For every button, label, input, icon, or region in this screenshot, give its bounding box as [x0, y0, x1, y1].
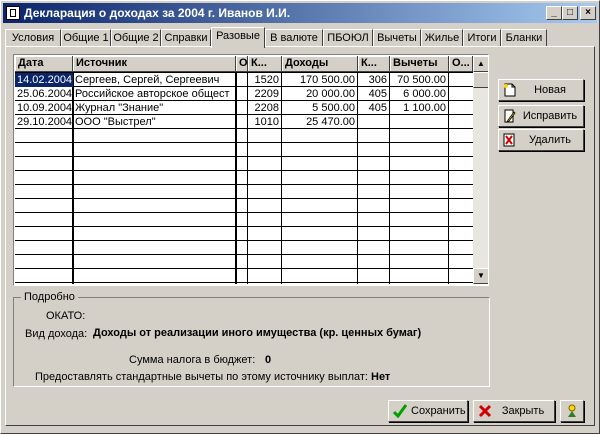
table-cell[interactable]: Журнал "Знание" [73, 101, 236, 115]
help-wizard-icon [568, 404, 576, 417]
app-document-icon [6, 6, 20, 20]
scroll-down-icon[interactable]: ▼ [473, 268, 488, 284]
income-type-label: Вид дохода: [25, 328, 88, 340]
tax-value: 0 [265, 354, 272, 366]
checkmark-icon [393, 404, 407, 418]
grid-row-line [15, 226, 473, 227]
tab-1[interactable]: Условия [5, 29, 61, 46]
table-cell[interactable]: Сергеев, Сергей, Сергеевич [73, 73, 236, 87]
table-cell[interactable]: 405 [358, 101, 390, 115]
table-cell[interactable] [236, 73, 248, 87]
table-cell[interactable] [236, 101, 248, 115]
table-cell[interactable] [449, 73, 473, 87]
tab-strip: Условия Общие 1 Общие 2 Справки Разовые В вал… [5, 27, 597, 48]
tab-6[interactable]: В валюте [265, 29, 323, 46]
table-cell[interactable]: 6 000.00 [390, 87, 449, 101]
table-cell[interactable] [449, 87, 473, 101]
maximize-button[interactable]: □ [562, 6, 578, 20]
details-title: Подробно [21, 291, 78, 303]
tab-11[interactable]: Бланки [501, 29, 547, 46]
column-header[interactable]: О [236, 56, 248, 72]
delete-cross-icon [503, 133, 515, 147]
tab-10[interactable]: Итоги [463, 29, 501, 46]
std-deductions-label: Предоставлять стандартные вычеты по этом… [35, 371, 368, 383]
column-header[interactable]: Вычеты [390, 56, 449, 72]
column-header[interactable]: О... [449, 56, 473, 72]
table-cell[interactable]: ООО "Выстрел" [73, 115, 236, 129]
table-cell[interactable]: 2209 [248, 87, 282, 101]
table-cell[interactable]: 170 500.00 [282, 73, 358, 87]
grid-row-line [15, 212, 473, 213]
window-title: Декларация о доходах за 2004 г. Иванов И… [24, 6, 291, 20]
table-cell[interactable]: 2208 [248, 101, 282, 115]
table-cell[interactable] [236, 87, 248, 101]
tab-9[interactable]: Жилье [421, 29, 463, 46]
new-document-icon [504, 83, 516, 97]
tab-8[interactable]: Вычеты [373, 29, 421, 46]
edit-pencil-icon [504, 109, 516, 123]
tax-label: Сумма налога в бюджет: [129, 354, 256, 366]
table-cell[interactable]: 405 [358, 87, 390, 101]
column-header[interactable]: Источник [73, 56, 236, 72]
table-cell[interactable]: 1 100.00 [390, 101, 449, 115]
table-cell[interactable]: 1010 [248, 115, 282, 129]
income-type-value: Доходы от реализации иного имущества (кр… [93, 327, 422, 339]
table-cell[interactable]: Российское авторское общест [73, 87, 236, 101]
table-cell[interactable]: 70 500.00 [390, 73, 449, 87]
table-cell[interactable] [449, 101, 473, 115]
tab-3[interactable]: Общие 2 [111, 29, 161, 46]
table-cell[interactable]: 5 500.00 [282, 101, 358, 115]
grid-row-line [15, 198, 473, 199]
grid-row-line [15, 142, 473, 143]
tab-4[interactable]: Справки [161, 29, 211, 46]
vertical-scrollbar[interactable]: ▲ ▼ [473, 56, 488, 284]
table-cell[interactable]: 20 000.00 [282, 87, 358, 101]
table-cell[interactable]: 306 [358, 73, 390, 87]
grid-row-line [15, 282, 473, 283]
tab-2[interactable]: Общие 1 [61, 29, 111, 46]
app-window: Декларация о доходах за 2004 г. Иванов И… [0, 0, 600, 434]
tab-7[interactable]: ПБОЮЛ [323, 29, 373, 46]
new-button[interactable]: Новая [498, 79, 584, 101]
grid-row-line [15, 156, 473, 157]
table-cell[interactable]: 25.06.2004 [15, 87, 73, 101]
grid-row-line [15, 268, 473, 269]
table-cell[interactable] [449, 115, 473, 129]
column-header[interactable]: Доходы [282, 56, 358, 72]
help-button[interactable] [560, 400, 584, 422]
column-header[interactable]: К... [248, 56, 282, 72]
grid-row-line [15, 170, 473, 171]
save-button[interactable]: Сохранить [388, 400, 468, 422]
delete-button[interactable]: Удалить [498, 129, 584, 151]
table-cell[interactable]: 25 470.00 [282, 115, 358, 129]
income-grid[interactable]: Дата Источник О К... Доходы К... Вычеты О... 14.… [13, 54, 489, 286]
okato-label: ОКАТО: [46, 310, 86, 322]
scroll-up-icon[interactable]: ▲ [473, 56, 488, 72]
column-header[interactable]: К... [358, 56, 390, 72]
std-deductions-value: Нет [371, 371, 391, 383]
table-cell[interactable]: 29.10.2004 [15, 115, 73, 129]
tab-5[interactable]: Разовые [211, 27, 265, 48]
title-bar[interactable]: Декларация о доходах за 2004 г. Иванов И… [3, 3, 597, 23]
close-button[interactable]: × [580, 6, 596, 20]
grid-body: Дата Источник О К... Доходы К... Вычеты О... 14.… [15, 56, 473, 284]
grid-row-line [15, 254, 473, 255]
grid-row-line [15, 184, 473, 185]
minimize-button[interactable]: _ [546, 6, 562, 20]
column-header[interactable]: Дата [15, 56, 73, 72]
table-cell[interactable]: 10.09.2004 [15, 101, 73, 115]
grid-row-line [15, 240, 473, 241]
table-cell[interactable] [390, 115, 449, 129]
scroll-thumb[interactable] [473, 72, 488, 88]
table-cell[interactable] [358, 115, 390, 129]
edit-button[interactable]: Исправить [498, 105, 584, 127]
table-cell[interactable]: 14.02.2004 [15, 73, 73, 87]
table-cell[interactable] [236, 115, 248, 129]
close-dialog-button[interactable]: Закрыть [473, 400, 555, 422]
red-cross-icon [478, 404, 492, 418]
table-cell[interactable]: 1520 [248, 73, 282, 87]
